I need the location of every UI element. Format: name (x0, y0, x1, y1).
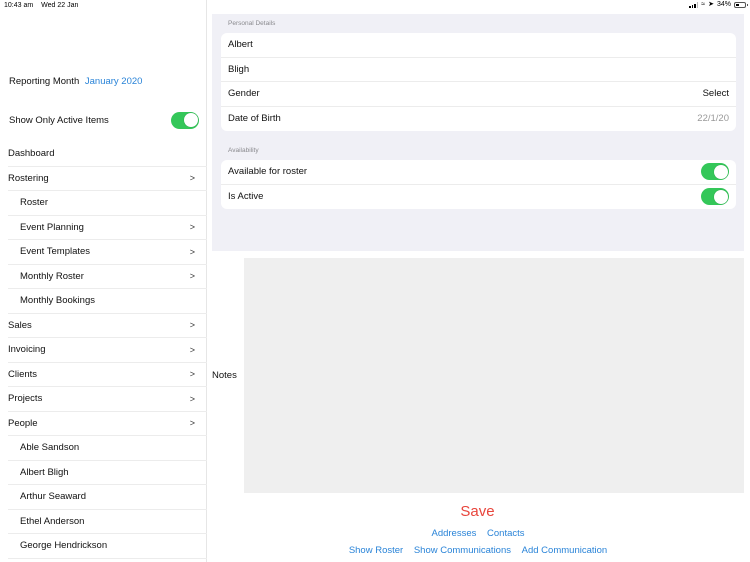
dob-row[interactable]: Date of Birth 22/1/20 (221, 107, 736, 132)
first-name-value[interactable]: Albert (228, 39, 253, 50)
sidebar-item[interactable]: Rostering > (8, 167, 207, 191)
available-roster-toggle[interactable] (701, 163, 729, 181)
sidebar-item-label: Monthly Bookings (20, 295, 95, 307)
sidebar-item-label: Clients (8, 368, 38, 380)
gender-label: Gender (228, 88, 260, 100)
sidebar-item-label: Invoicing (8, 344, 46, 356)
battery-percent: 34% (716, 1, 731, 8)
dob-value[interactable]: 22/1/20 (697, 113, 729, 124)
gender-select[interactable]: Select (703, 88, 729, 99)
notes-textarea[interactable] (244, 258, 744, 493)
status-date: Wed 22 Jan (41, 2, 79, 9)
addresses-link[interactable]: Addresses (431, 528, 476, 539)
sidebar-item[interactable]: Monthly Bookings (8, 289, 207, 314)
reporting-month: Reporting Month January 2020 (9, 76, 142, 87)
gender-row[interactable]: Gender Select (221, 82, 736, 107)
sidebar-item-label: Event Templates (20, 246, 91, 258)
sidebar-item-label: Sales (8, 319, 32, 331)
chevron-right-icon: > (189, 393, 195, 404)
sidebar-item-label: Roster (20, 197, 48, 209)
links-row-2: Show Roster Show Communications Add Comm… (212, 545, 744, 556)
show-roster-link[interactable]: Show Roster (349, 545, 403, 556)
is-active-label: Is Active (228, 191, 264, 203)
sidebar-item[interactable]: Roster (8, 191, 207, 216)
personal-details-header: Personal Details (228, 20, 276, 27)
sidebar-nav: Dashboard Rostering > Roster Event Planning >… (8, 142, 207, 559)
sidebar-item[interactable]: Clients > (8, 363, 207, 387)
show-active-toggle[interactable] (171, 111, 199, 129)
sidebar-item[interactable]: Monthly Roster > (8, 265, 207, 289)
sidebar-item-label: Projects (8, 393, 43, 405)
availability-header: Availability (228, 147, 259, 154)
sidebar-item-label: Albert Bligh (20, 466, 69, 478)
first-name-field[interactable]: Albert (221, 33, 736, 58)
sidebar-item[interactable]: George Hendrickson (8, 534, 207, 559)
sidebar-item[interactable]: Projects > (8, 387, 207, 412)
last-name-value[interactable]: Bligh (228, 64, 249, 75)
sidebar-item-label: Dashboard (8, 148, 55, 160)
sidebar-item[interactable]: Able Sandson (8, 436, 207, 461)
sidebar-item-label: Able Sandson (20, 442, 80, 454)
available-roster-label: Available for roster (228, 166, 308, 178)
sidebar-item[interactable]: Dashboard (8, 142, 207, 167)
notes-label: Notes (212, 370, 237, 381)
sidebar-item-label: Monthly Roster (20, 270, 84, 282)
chevron-right-icon: > (189, 320, 195, 331)
sidebar-item[interactable]: Sales > (8, 314, 207, 338)
chevron-right-icon: > (189, 173, 195, 184)
save-button[interactable]: Save (0, 503, 750, 520)
sidebar-item-label: Rostering (8, 172, 49, 184)
sidebar-item-label: George Hendrickson (20, 540, 108, 552)
personal-details-card: Albert Bligh Gender Select Date of Birth… (221, 33, 736, 131)
sidebar-item[interactable]: Event Templates > (8, 240, 207, 265)
links-row-1: Addresses Contacts (212, 528, 744, 539)
wifi-icon: ≈ (701, 1, 706, 8)
chevron-right-icon: > (189, 222, 195, 233)
chevron-right-icon: > (189, 246, 195, 257)
availability-card: Available for roster Is Active (221, 160, 736, 209)
show-active-label: Show Only Active Items (9, 114, 109, 126)
status-bar: 10:43 am Wed 22 Jan ≈ ➤ 34% (0, 0, 750, 12)
battery-icon (734, 1, 748, 8)
dob-label: Date of Birth (228, 113, 281, 125)
sidebar-item[interactable]: People > (8, 412, 207, 436)
sidebar-item[interactable]: Invoicing > (8, 338, 207, 363)
chevron-right-icon: > (189, 369, 195, 380)
show-active-row: Show Only Active Items (9, 111, 199, 129)
sidebar-item[interactable]: Event Planning > (8, 216, 207, 240)
location-icon: ➤ (708, 1, 714, 8)
sidebar-item-label: Arthur Seaward (20, 491, 87, 503)
add-communication-link[interactable]: Add Communication (522, 545, 608, 556)
available-roster-row: Available for roster (221, 160, 736, 185)
chevron-right-icon: > (189, 344, 195, 355)
sidebar: Reporting Month January 2020 Show Only A… (0, 0, 207, 562)
is-active-row: Is Active (221, 185, 736, 210)
chevron-right-icon: > (189, 271, 195, 282)
is-active-toggle[interactable] (701, 188, 729, 206)
last-name-field[interactable]: Bligh (221, 58, 736, 82)
show-communications-link[interactable]: Show Communications (414, 545, 511, 556)
sidebar-item-label: People (8, 417, 38, 429)
status-time: 10:43 am (4, 2, 34, 9)
chevron-right-icon: > (189, 418, 195, 429)
reporting-month-label: Reporting Month (9, 76, 80, 87)
signal-icon (689, 1, 699, 8)
sidebar-item-label: Event Planning (20, 221, 84, 233)
reporting-month-value[interactable]: January 2020 (85, 76, 143, 87)
sidebar-item[interactable]: Albert Bligh (8, 461, 207, 485)
contacts-link[interactable]: Contacts (487, 528, 525, 539)
